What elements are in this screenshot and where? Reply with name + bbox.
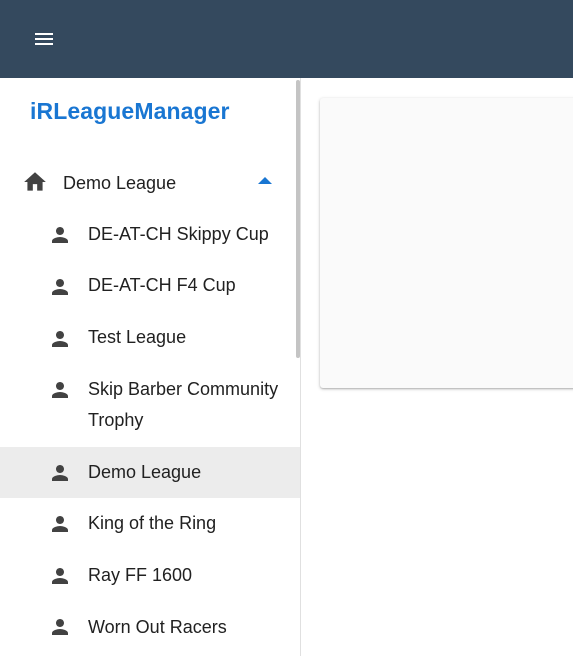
app-bar [0, 0, 573, 78]
app-title[interactable]: iRLeagueManager [30, 98, 230, 125]
nav-item-label: DE-AT-CH F4 Cup [88, 275, 236, 295]
person-icon [52, 382, 68, 398]
person-icon [52, 516, 68, 532]
person-icon [52, 568, 68, 584]
person-icon [52, 227, 68, 243]
navigation-drawer: iRLeagueManager Demo League DE-AT-CH Ski… [0, 78, 301, 656]
nav-item-ray-ff-1600[interactable]: Ray FF 1600 [0, 550, 300, 602]
person-icon [52, 331, 68, 347]
nav-item-worn-out-racers[interactable]: Worn Out Racers [0, 602, 300, 654]
nav-item-skippy-cup[interactable]: DE-AT-CH Skippy Cup [0, 209, 300, 261]
menu-button[interactable] [22, 17, 66, 61]
content-card [320, 98, 573, 388]
nav-group-demo-league[interactable]: Demo League [0, 157, 300, 209]
person-icon [52, 619, 68, 635]
person-icon [52, 279, 68, 295]
hamburger-menu-icon [35, 33, 53, 45]
nav-item-label: Ray FF 1600 [88, 565, 193, 585]
nav-item-test-league[interactable]: Test League [0, 313, 300, 365]
nav-item-king-of-the-ring[interactable]: King of the Ring [0, 498, 300, 550]
home-icon [24, 172, 46, 191]
nav-item-skip-barber[interactable]: Skip Barber Community Trophy [0, 365, 300, 447]
nav-item-label: DE-AT-CH Skippy Cup [88, 224, 269, 244]
nav-item-label: Demo League [88, 462, 202, 482]
nav-group-label: Demo League [63, 173, 177, 193]
drawer-scrollbar[interactable] [296, 80, 300, 358]
nav-item-label: Test League [88, 327, 187, 347]
nav-item-f4-cup[interactable]: DE-AT-CH F4 Cup [0, 261, 300, 313]
nav-item-label: King of the Ring [88, 513, 217, 533]
nav-item-label: Worn Out Racers [88, 617, 227, 637]
caret-up-icon[interactable] [258, 177, 272, 184]
person-icon [52, 465, 68, 481]
nav-item-demo-league[interactable]: Demo League [0, 447, 300, 498]
nav-item-label: Skip Barber Community Trophy [88, 379, 279, 430]
